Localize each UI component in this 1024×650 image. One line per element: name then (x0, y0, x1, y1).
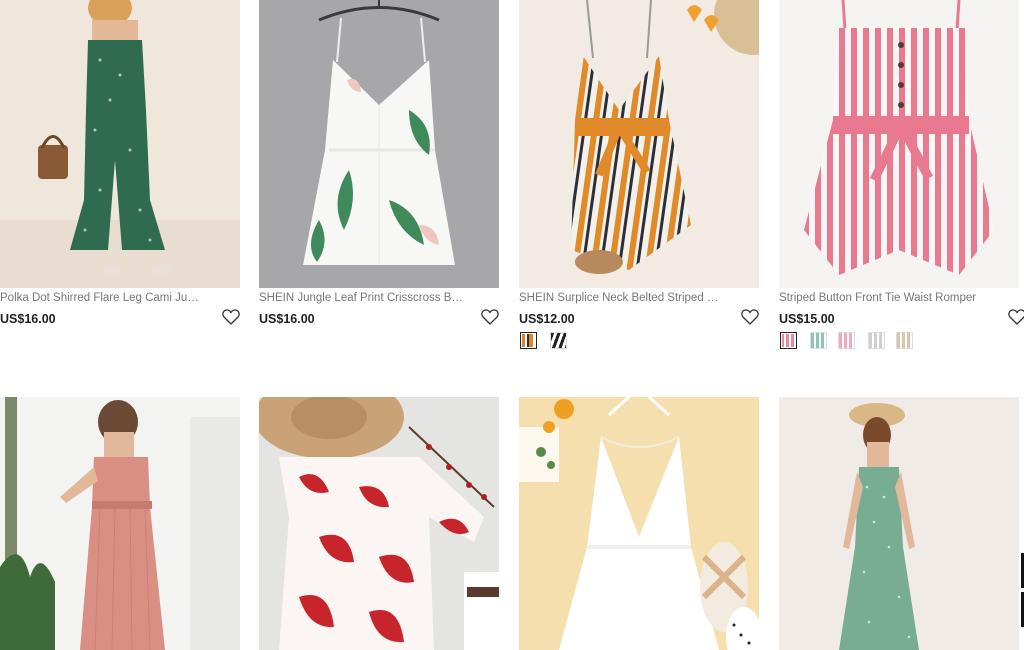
color-swatch-orange-stripe[interactable] (520, 332, 537, 349)
product-card[interactable] (779, 397, 1019, 650)
color-swatch-beige-stripe[interactable] (896, 332, 913, 349)
color-swatch-pink-stripe[interactable] (780, 332, 797, 349)
color-swatches (519, 332, 579, 352)
heart-outline-icon[interactable] (481, 309, 499, 325)
product-name[interactable]: SHEIN Jungle Leaf Print Crisscross Back … (259, 291, 464, 305)
product-name[interactable]: Striped Button Front Tie Waist Romper (779, 291, 984, 305)
product-image[interactable] (519, 397, 759, 650)
product-price: US$16.00 (259, 312, 315, 326)
product-image[interactable] (779, 397, 1019, 650)
color-swatch-mint-stripe[interactable] (810, 332, 827, 349)
heart-outline-icon[interactable] (741, 309, 759, 325)
product-image[interactable] (0, 397, 240, 650)
color-swatch-grey-stripe[interactable] (868, 332, 885, 349)
product-price: US$15.00 (779, 312, 835, 326)
heart-outline-icon[interactable] (222, 309, 240, 325)
product-card[interactable]: SHEIN Surplice Neck Belted Striped Slip … (519, 0, 759, 360)
product-name[interactable]: Polka Dot Shirred Flare Leg Cami Jumpsui… (0, 291, 205, 305)
product-price: US$16.00 (0, 312, 56, 326)
product-image[interactable] (519, 0, 759, 288)
color-swatches (779, 332, 919, 352)
color-swatch-black-stripe[interactable] (550, 332, 567, 349)
product-card[interactable] (0, 397, 240, 650)
product-image[interactable] (779, 0, 1019, 288)
product-card[interactable]: Polka Dot Shirred Flare Leg Cami Jumpsui… (0, 0, 240, 360)
product-card[interactable] (259, 397, 499, 650)
color-swatch-lightpink-stripe[interactable] (838, 332, 855, 349)
product-grid: Polka Dot Shirred Flare Leg Cami Jumpsui… (0, 0, 1024, 650)
product-image[interactable] (0, 0, 240, 288)
product-price: US$12.00 (519, 312, 575, 326)
product-card[interactable] (519, 397, 759, 650)
product-card[interactable]: SHEIN Jungle Leaf Print Crisscross Back … (259, 0, 499, 360)
product-name[interactable]: SHEIN Surplice Neck Belted Striped Slip … (519, 291, 724, 305)
heart-outline-icon[interactable] (1008, 309, 1024, 325)
product-image[interactable] (259, 397, 499, 650)
product-image[interactable] (259, 0, 499, 288)
product-card[interactable]: Striped Button Front Tie Waist Romper US… (779, 0, 1024, 360)
